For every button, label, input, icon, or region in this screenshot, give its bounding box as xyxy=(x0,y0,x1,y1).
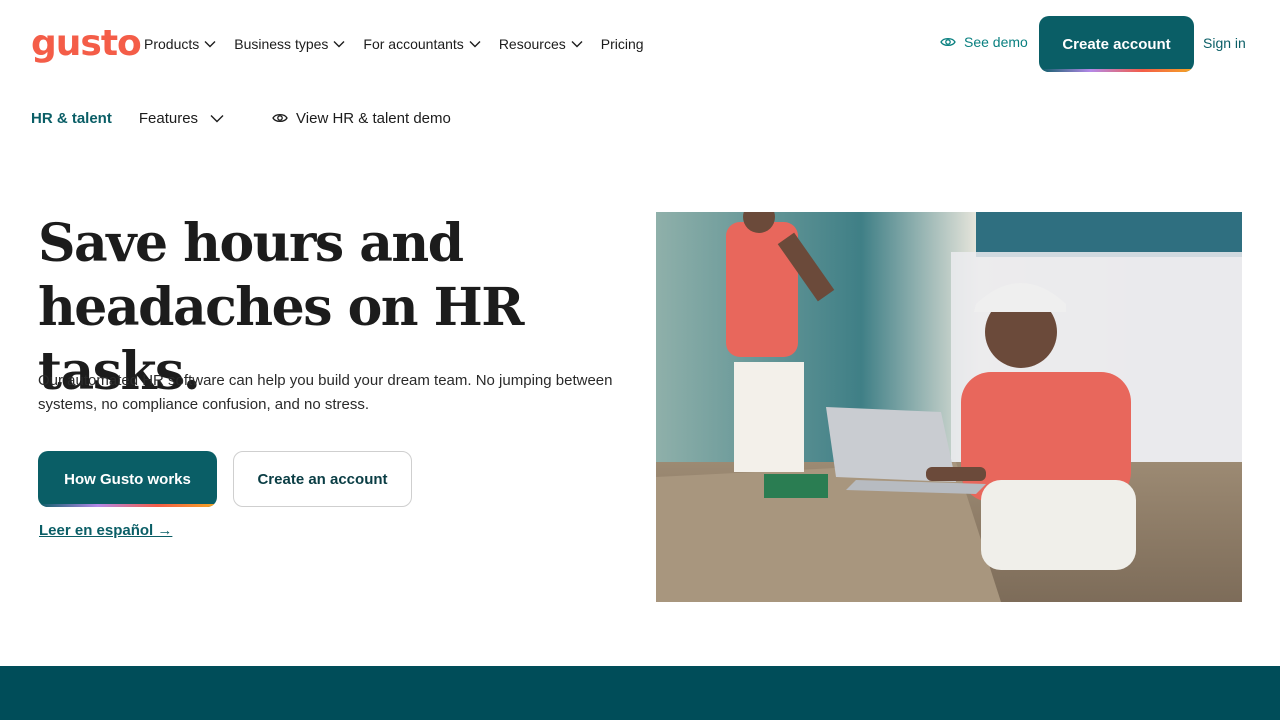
main-nav: Products Business types For accountants … xyxy=(144,34,662,54)
top-navigation: gusto Products Business types For accoun… xyxy=(0,0,1280,88)
chevron-down-icon xyxy=(210,114,224,123)
eye-icon xyxy=(272,112,288,124)
chevron-down-icon xyxy=(571,40,583,48)
nav-item-products[interactable]: Products xyxy=(144,36,216,52)
view-hr-demo-link[interactable]: View HR & talent demo xyxy=(272,110,451,127)
spanish-language-link[interactable]: Leer en español → xyxy=(39,522,172,539)
gusto-logo[interactable]: gusto xyxy=(31,24,142,64)
nav-item-for-accountants[interactable]: For accountants xyxy=(363,36,481,52)
subnav-section-title[interactable]: HR & talent xyxy=(31,110,112,127)
see-demo-label: See demo xyxy=(964,34,1028,50)
hero-headline-line1: Save hours and xyxy=(38,213,464,274)
chevron-down-icon xyxy=(469,40,481,48)
create-an-account-button[interactable]: Create an account xyxy=(233,451,412,507)
sub-navigation: HR & talent Features View HR & talent de… xyxy=(31,106,451,130)
how-gusto-works-button[interactable]: How Gusto works xyxy=(38,451,217,507)
section-band xyxy=(0,666,1280,720)
sign-in-link[interactable]: Sign in xyxy=(1203,35,1246,51)
eye-icon xyxy=(940,36,956,48)
features-dropdown[interactable]: Features xyxy=(139,110,224,127)
nav-item-business-types[interactable]: Business types xyxy=(234,36,345,52)
chevron-down-icon xyxy=(204,40,216,48)
nav-item-label: For accountants xyxy=(363,36,464,52)
hero-photo xyxy=(656,212,1242,602)
view-hr-demo-label: View HR & talent demo xyxy=(296,109,451,127)
chevron-down-icon xyxy=(333,40,345,48)
hero-subtext: Our automated HR software can help you b… xyxy=(38,372,613,413)
see-demo-link[interactable]: See demo xyxy=(940,34,1028,50)
nav-item-resources[interactable]: Resources xyxy=(499,36,583,52)
nav-item-label: Resources xyxy=(498,36,566,52)
nav-item-label: Pricing xyxy=(600,36,644,52)
nav-item-pricing[interactable]: Pricing xyxy=(601,36,644,52)
nav-item-label: Business types xyxy=(234,36,329,52)
nav-item-label: Products xyxy=(144,36,200,52)
features-label: Features xyxy=(138,109,199,127)
create-account-button[interactable]: Create account xyxy=(1039,16,1194,72)
